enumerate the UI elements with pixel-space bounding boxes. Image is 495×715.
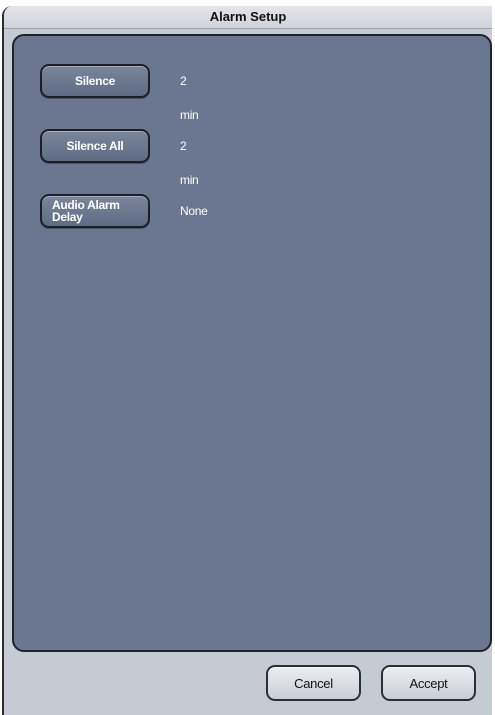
silence-value: 2 min: [180, 74, 199, 122]
alarm-setup-window: Alarm Setup Silence 2 min Silence All 2 …: [2, 6, 492, 715]
audio-alarm-delay-button[interactable]: Audio Alarm Delay: [40, 194, 150, 228]
audio-alarm-delay-label-line2: Delay: [52, 210, 83, 224]
audio-alarm-delay-value: None: [180, 204, 208, 218]
audio-alarm-delay-label: Audio Alarm Delay: [52, 199, 120, 223]
accept-button[interactable]: Accept: [381, 665, 476, 701]
window-title: Alarm Setup: [4, 6, 492, 29]
settings-panel: Silence 2 min Silence All 2 min Audio Al…: [12, 34, 492, 652]
silence-all-button[interactable]: Silence All: [40, 129, 150, 163]
cancel-button[interactable]: Cancel: [266, 665, 361, 701]
silence-button[interactable]: Silence: [40, 64, 150, 98]
silence-all-value: 2 min: [180, 139, 199, 187]
